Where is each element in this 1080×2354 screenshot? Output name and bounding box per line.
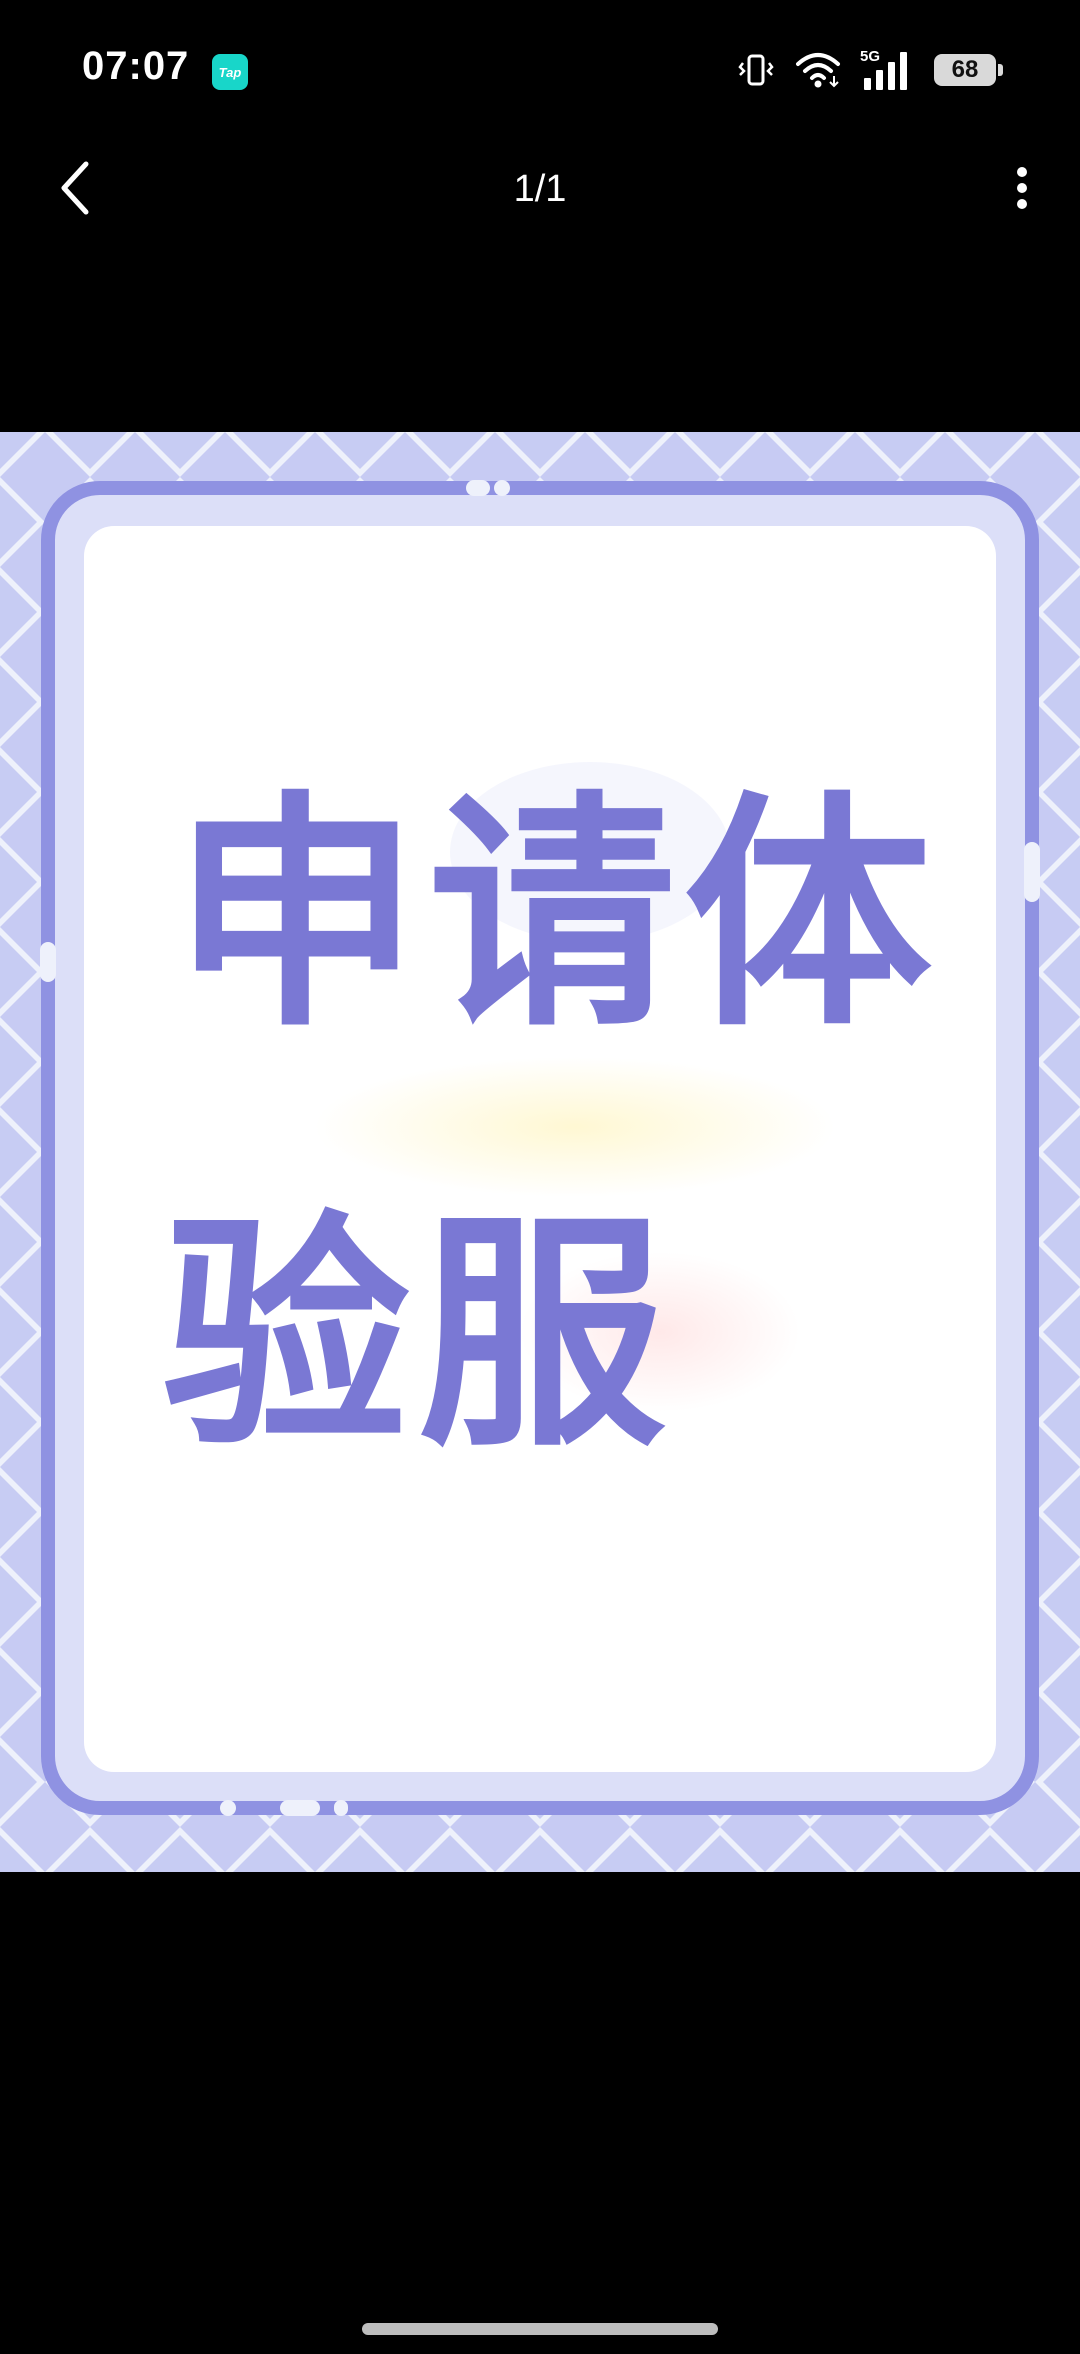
vibrate-icon — [736, 50, 776, 90]
poster-title-line-2: 验服 — [162, 1192, 674, 1480]
home-indicator[interactable] — [362, 2323, 718, 2335]
status-bar: 07:07 Tap 5G 68 — [0, 0, 1080, 140]
status-icons: 5G 68 — [736, 46, 1003, 94]
top-nav: 1/1 — [0, 140, 1080, 240]
poster-title-line-1: 申请体 — [172, 772, 940, 1060]
poster-artwork — [0, 432, 1080, 1872]
battery-level: 68 — [951, 56, 979, 83]
image-viewer[interactable]: 申请体 验服 — [0, 432, 1080, 1872]
wifi-icon — [794, 50, 842, 90]
tap-app-icon: Tap — [212, 54, 248, 90]
status-time: 07:07 — [82, 44, 190, 88]
battery-icon: 68 — [934, 54, 1003, 86]
more-vertical-icon — [1012, 164, 1032, 217]
signal-icon: 5G — [860, 48, 916, 92]
page-counter: 1/1 — [513, 168, 567, 210]
more-button[interactable] — [990, 158, 1054, 222]
